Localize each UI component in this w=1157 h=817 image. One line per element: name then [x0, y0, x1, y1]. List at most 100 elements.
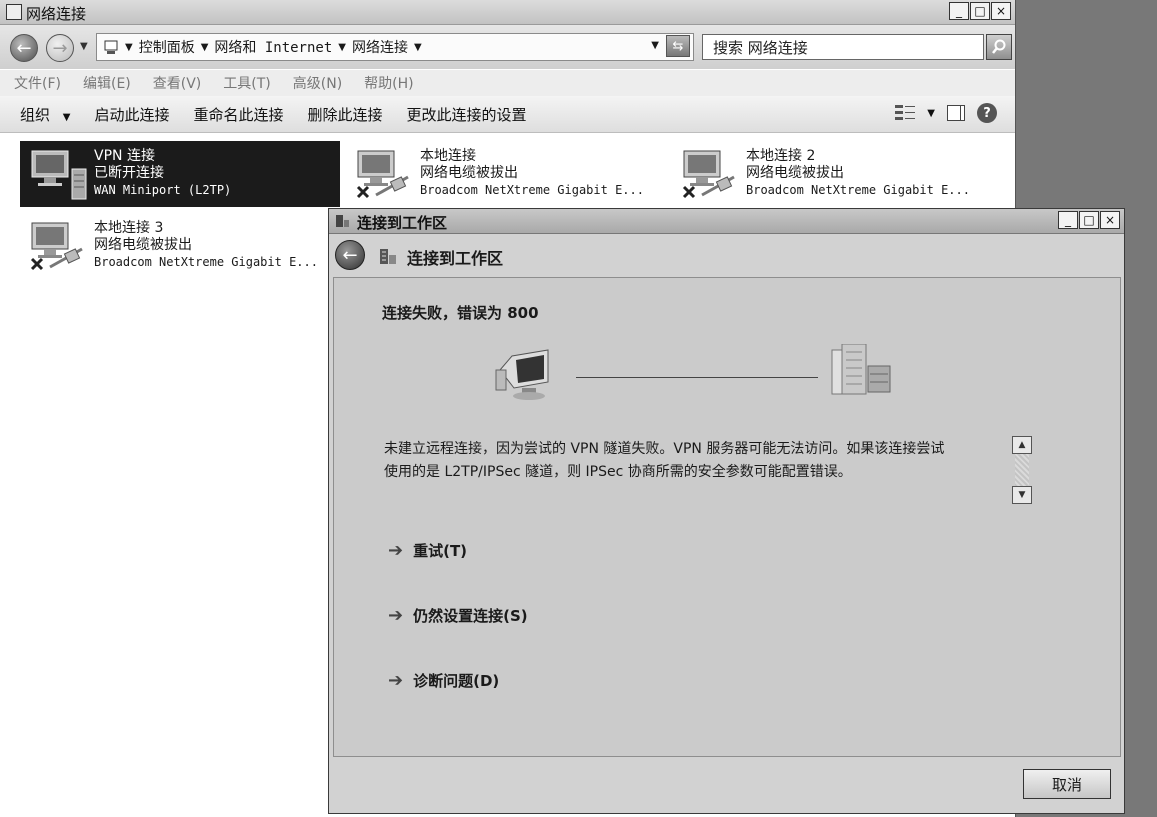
close-button[interactable]: ×: [991, 2, 1011, 20]
search-button[interactable]: [986, 34, 1012, 60]
connection-status: 网络电缆被拔出: [420, 165, 518, 181]
lan-disconnected-icon: [30, 222, 83, 271]
diagnose-label: 诊断问题(D): [413, 672, 500, 690]
delete-connection-button[interactable]: 删除此连接: [308, 104, 383, 125]
breadcrumb-chevron-icon[interactable]: ▼: [338, 42, 346, 53]
breadcrumb-network-connections[interactable]: 网络连接: [352, 37, 408, 57]
server-building-icon: [831, 344, 891, 395]
address-dropdown-icon[interactable]: ▼: [651, 40, 659, 51]
message-scrollbar[interactable]: ▲ ▼: [1012, 436, 1034, 504]
connection-name: 本地连接: [420, 148, 476, 164]
preview-pane-icon[interactable]: [947, 105, 965, 121]
address-toolbar: ← → ▼ ▼ 控制面板 ▼ 网络和 Internet ▼ 网络连接 ▼ ▼ ⇆…: [0, 25, 1015, 69]
connect-workplace-dialog: 连接到工作区 _ □ × ← 连接到工作区 连接失败，错误为 800 未建立远程…: [328, 208, 1125, 814]
connection-status: 网络电缆被拔出: [746, 165, 844, 181]
connection-item-local[interactable]: 本地连接 网络电缆被拔出 Broadcom NetXtreme Gigabit …: [346, 141, 666, 207]
vpn-server-icon: [31, 150, 87, 200]
lan-disconnected-icon: [356, 150, 409, 199]
arrow-right-icon: ➔: [388, 540, 404, 561]
setup-anyway-link[interactable]: ➔ 仍然设置连接(S): [388, 605, 528, 626]
connection-line: [576, 377, 818, 378]
lan-disconnected-icon: [682, 150, 735, 199]
connection-device: Broadcom NetXtreme Gigabit E...: [746, 183, 970, 197]
start-connection-button[interactable]: 启动此连接: [95, 104, 170, 125]
back-arrow-icon: ←: [342, 244, 358, 266]
dialog-maximize-button[interactable]: □: [1079, 211, 1099, 229]
dialog-back-button[interactable]: ←: [335, 240, 365, 270]
breadcrumb-chevron-icon[interactable]: ▼: [201, 42, 209, 53]
dialog-header: ← 连接到工作区: [329, 234, 1124, 276]
explorer-title: 网络连接: [26, 5, 87, 23]
workplace-icon: [336, 215, 349, 227]
connection-item-local-2[interactable]: 本地连接 2 网络电缆被拔出 Broadcom NetXtreme Gigabi…: [672, 141, 992, 207]
explorer-titlebar[interactable]: 网络连接 _ □ ×: [0, 0, 1015, 25]
error-message: 未建立远程连接，因为尝试的 VPN 隧道失败。VPN 服务器可能无法访问。如果该…: [384, 438, 1014, 484]
address-field[interactable]: ▼ 控制面板 ▼ 网络和 Internet ▼ 网络连接 ▼ ▼: [96, 33, 694, 61]
refresh-icon: ⇆: [672, 38, 684, 54]
breadcrumb-network-internet[interactable]: 网络和 Internet: [214, 37, 332, 57]
rename-connection-button[interactable]: 重命名此连接: [194, 104, 284, 125]
history-dropdown-icon[interactable]: ▼: [80, 41, 88, 52]
menu-edit[interactable]: 编辑(E): [83, 73, 131, 93]
organize-button[interactable]: 组织 ▼: [20, 104, 71, 125]
scroll-down-icon[interactable]: ▼: [1012, 486, 1032, 504]
breadcrumb-chevron-icon[interactable]: ▼: [125, 42, 133, 53]
help-icon[interactable]: ?: [977, 103, 997, 123]
dialog-content-panel: 连接失败，错误为 800 未建立远程连接，因为尝试的 VPN 隧道失败。VPN …: [333, 277, 1121, 757]
error-message-line: 使用的是 L2TP/IPSec 隧道，则 IPSec 协商所需的安全参数可能配置…: [384, 464, 852, 480]
minimize-button[interactable]: _: [949, 2, 969, 20]
control-panel-icon: [104, 40, 118, 54]
dialog-titlebar[interactable]: 连接到工作区 _ □ ×: [329, 209, 1124, 234]
connection-item-vpn[interactable]: VPN 连接 已断开连接 WAN Miniport (L2TP): [20, 141, 340, 207]
arrow-right-icon: ➔: [388, 670, 404, 691]
forward-arrow-icon: →: [52, 37, 68, 59]
error-title: 连接失败，错误为 800: [382, 304, 539, 322]
back-arrow-icon: ←: [16, 37, 32, 59]
breadcrumb-control-panel[interactable]: 控制面板: [139, 37, 195, 57]
organize-label: 组织: [20, 105, 51, 124]
scroll-track[interactable]: [1015, 454, 1029, 486]
error-message-line: 未建立远程连接，因为尝试的 VPN 隧道失败。VPN 服务器可能无法访问。如果该…: [384, 441, 945, 457]
cancel-button[interactable]: 取消: [1023, 769, 1111, 799]
search-input[interactable]: 搜索 网络连接: [702, 34, 984, 60]
breadcrumb-chevron-icon[interactable]: ▼: [414, 42, 422, 53]
network-window-icon: [6, 4, 22, 20]
menu-bar: 文件(F) 编辑(E) 查看(V) 工具(T) 高级(N) 帮助(H): [0, 70, 1015, 96]
views-icon[interactable]: [895, 105, 916, 121]
connection-name: VPN 连接: [94, 148, 155, 164]
views-dropdown-icon[interactable]: ▼: [927, 108, 935, 119]
menu-advanced[interactable]: 高级(N): [293, 73, 342, 93]
workplace-icon: [380, 249, 396, 264]
connection-item-local-3[interactable]: 本地连接 3 网络电缆被拔出 Broadcom NetXtreme Gigabi…: [20, 213, 340, 279]
back-button[interactable]: ←: [10, 34, 38, 62]
arrow-right-icon: ➔: [388, 605, 404, 626]
menu-help[interactable]: 帮助(H): [364, 73, 413, 93]
refresh-button[interactable]: ⇆: [666, 35, 690, 57]
maximize-button[interactable]: □: [970, 2, 990, 20]
connection-name: 本地连接 3: [94, 220, 164, 236]
dialog-close-button[interactable]: ×: [1100, 211, 1120, 229]
dialog-heading: 连接到工作区: [407, 249, 504, 268]
connection-name: 本地连接 2: [746, 148, 816, 164]
setup-anyway-label: 仍然设置连接(S): [413, 607, 528, 625]
forward-button[interactable]: →: [46, 34, 74, 62]
organize-dropdown-icon: ▼: [62, 111, 71, 123]
dialog-title: 连接到工作区: [357, 214, 448, 232]
connection-device: Broadcom NetXtreme Gigabit E...: [420, 183, 644, 197]
search-icon: [992, 39, 1006, 54]
scroll-up-icon[interactable]: ▲: [1012, 436, 1032, 454]
dialog-minimize-button[interactable]: _: [1058, 211, 1078, 229]
computer-icon: [495, 349, 549, 400]
connection-status: 网络电缆被拔出: [94, 237, 192, 253]
retry-link[interactable]: ➔ 重试(T): [388, 540, 467, 561]
diagnose-link[interactable]: ➔ 诊断问题(D): [388, 670, 499, 691]
connection-status: 已断开连接: [94, 165, 164, 181]
connection-device: WAN Miniport (L2TP): [94, 183, 232, 197]
command-bar: 组织 ▼ 启动此连接 重命名此连接 删除此连接 更改此连接的设置 ▼ ?: [0, 96, 1015, 133]
menu-view[interactable]: 查看(V): [153, 73, 202, 93]
connection-device: Broadcom NetXtreme Gigabit E...: [94, 255, 318, 269]
menu-file[interactable]: 文件(F): [14, 73, 61, 93]
menu-tools[interactable]: 工具(T): [223, 73, 270, 93]
retry-label: 重试(T): [413, 542, 468, 560]
change-settings-button[interactable]: 更改此连接的设置: [407, 104, 527, 125]
